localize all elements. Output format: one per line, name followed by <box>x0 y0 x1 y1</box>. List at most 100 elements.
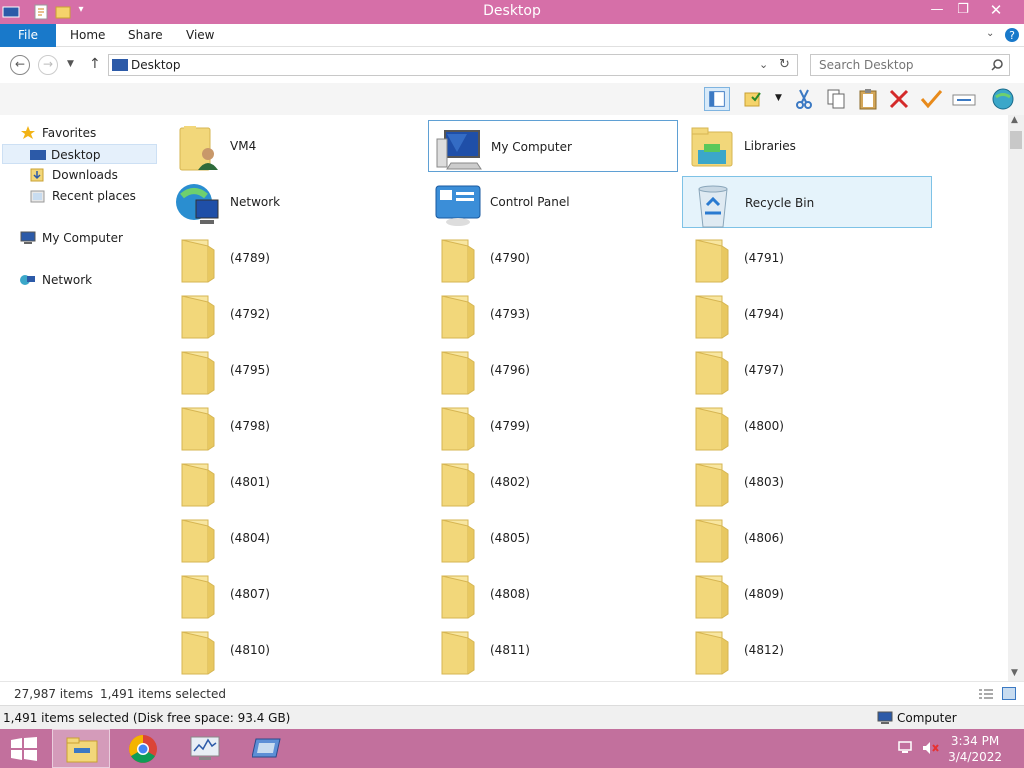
folder-icon <box>688 236 736 284</box>
list-item[interactable]: (4812) <box>682 624 932 675</box>
minimize-button[interactable]: — <box>924 0 950 22</box>
maximize-button[interactable]: ❐ <box>950 0 976 22</box>
copy-icon[interactable] <box>823 87 849 111</box>
item-label: Libraries <box>744 139 796 153</box>
nav-item-downloads[interactable]: Downloads <box>30 165 160 185</box>
selected-count: 1,491 items selected <box>100 687 226 701</box>
vertical-scrollbar[interactable]: ▲ ▼ <box>1008 115 1024 681</box>
taskbar-remote-desktop[interactable] <box>238 729 296 768</box>
list-item[interactable]: (4811) <box>428 624 678 675</box>
check-icon[interactable] <box>918 87 944 111</box>
list-item[interactable]: (4799) <box>428 400 678 452</box>
details-view-icon[interactable] <box>979 688 993 700</box>
rename-icon[interactable] <box>951 87 977 111</box>
nav-item-network[interactable]: Network <box>20 270 160 290</box>
start-button[interactable] <box>11 737 37 761</box>
search-box[interactable] <box>810 54 1010 76</box>
large-icons-view-icon[interactable] <box>1002 687 1016 700</box>
list-item[interactable]: (4794) <box>682 288 932 340</box>
list-item[interactable]: Network <box>168 176 418 228</box>
search-input[interactable] <box>819 58 989 72</box>
address-bar[interactable]: Desktop ⌄ ↻ <box>108 54 798 76</box>
recycle-bin-icon <box>689 181 737 229</box>
globe-icon[interactable] <box>990 87 1016 111</box>
tab-file[interactable]: File <box>0 24 56 47</box>
address-dropdown-chevron-icon[interactable]: ⌄ <box>759 58 768 71</box>
select-dropdown-icon[interactable]: ▼ <box>775 93 782 103</box>
list-item[interactable]: (4793) <box>428 288 678 340</box>
taskbar-file-explorer[interactable] <box>52 729 110 768</box>
remote-desktop-icon <box>252 738 281 758</box>
tab-share[interactable]: Share <box>114 24 177 47</box>
downloads-folder-icon <box>30 168 44 182</box>
folder-icon <box>434 292 482 340</box>
folder-icon <box>434 572 482 620</box>
forward-button[interactable]: → <box>38 55 58 75</box>
list-item[interactable]: (4791) <box>682 232 932 284</box>
list-item[interactable]: (4800) <box>682 400 932 452</box>
up-button[interactable]: ↑ <box>89 56 101 72</box>
ribbon-expand-icon[interactable]: ⌄ <box>986 28 994 39</box>
list-item[interactable]: (4801) <box>168 456 418 508</box>
list-item[interactable]: (4798) <box>168 400 418 452</box>
nav-favorites[interactable]: Favorites <box>20 123 160 143</box>
list-item[interactable]: VM4 <box>168 120 418 172</box>
close-button[interactable]: ✕ <box>976 0 1016 22</box>
tab-home[interactable]: Home <box>56 24 119 47</box>
nav-item-my-computer[interactable]: My Computer <box>20 228 160 248</box>
taskbar-resource-monitor[interactable] <box>176 729 234 768</box>
volume-muted-icon[interactable] <box>922 741 940 755</box>
nav-item-desktop[interactable]: Desktop <box>2 144 157 164</box>
list-item[interactable]: (4792) <box>168 288 418 340</box>
list-item[interactable]: Recycle Bin <box>682 176 932 228</box>
cut-icon[interactable] <box>791 87 817 111</box>
list-item[interactable]: (4806) <box>682 512 932 564</box>
list-item[interactable]: (4810) <box>168 624 418 675</box>
folder-icon <box>174 404 222 452</box>
list-item[interactable]: Control Panel <box>428 176 678 228</box>
item-label: (4795) <box>230 363 270 377</box>
nav-item-recent-places[interactable]: Recent places <box>30 186 160 206</box>
network-status-icon[interactable] <box>898 741 914 755</box>
list-item[interactable]: (4805) <box>428 512 678 564</box>
scrollbar-thumb[interactable] <box>1010 131 1022 149</box>
tab-view[interactable]: View <box>172 24 228 47</box>
delete-icon[interactable] <box>886 87 912 111</box>
list-item[interactable]: (4807) <box>168 568 418 620</box>
refresh-icon[interactable]: ↻ <box>779 57 790 72</box>
selection-detail: 1,491 items selected (Disk free space: 9… <box>3 711 291 725</box>
list-item[interactable]: Libraries <box>682 120 932 172</box>
item-label: (4811) <box>490 643 530 657</box>
list-item[interactable]: (4803) <box>682 456 932 508</box>
list-item[interactable]: (4790) <box>428 232 678 284</box>
scroll-up-icon[interactable]: ▲ <box>1011 115 1018 125</box>
list-item[interactable]: (4809) <box>682 568 932 620</box>
paste-icon[interactable] <box>855 87 881 111</box>
item-label: (4802) <box>490 475 530 489</box>
scroll-down-icon[interactable]: ▼ <box>1011 668 1018 678</box>
title-bar: ▾ Desktop — ❐ ✕ <box>0 0 1024 24</box>
back-button[interactable]: ← <box>10 55 30 75</box>
item-label: (4792) <box>230 307 270 321</box>
search-icon[interactable] <box>991 59 1003 71</box>
select-all-icon[interactable] <box>740 87 766 111</box>
folder-icon <box>174 236 222 284</box>
help-icon[interactable]: ? <box>1004 27 1020 43</box>
list-item[interactable]: (4804) <box>168 512 418 564</box>
recent-locations-chevron-icon[interactable]: ▼ <box>67 59 74 69</box>
system-clock[interactable]: 3:34 PM 3/4/2022 <box>948 733 1002 765</box>
item-label: (4803) <box>744 475 784 489</box>
navigation-pane-icon[interactable] <box>704 87 730 111</box>
folder-icon <box>688 572 736 620</box>
folder-icon <box>174 460 222 508</box>
list-item[interactable]: (4808) <box>428 568 678 620</box>
taskbar-chrome[interactable] <box>114 729 172 768</box>
folder-icon <box>688 292 736 340</box>
list-item[interactable]: (4796) <box>428 344 678 396</box>
user-folder-icon <box>174 124 222 172</box>
list-item[interactable]: (4795) <box>168 344 418 396</box>
list-item[interactable]: (4789) <box>168 232 418 284</box>
list-item[interactable]: (4797) <box>682 344 932 396</box>
list-item[interactable]: (4802) <box>428 456 678 508</box>
list-item[interactable]: My Computer <box>428 120 678 172</box>
